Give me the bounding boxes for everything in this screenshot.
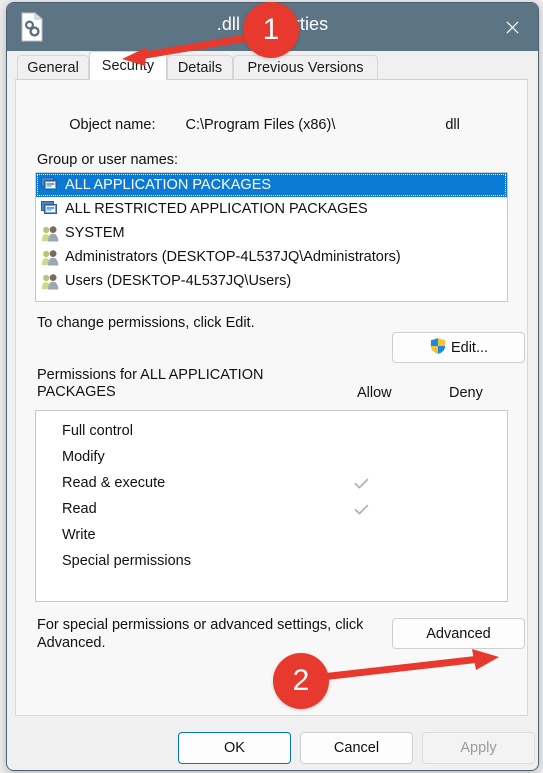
permission-name: Write — [62, 527, 96, 543]
checkmark-icon — [354, 504, 368, 514]
apply-button: Apply — [422, 732, 535, 764]
tab-details[interactable]: Details — [167, 55, 233, 79]
permission-name: Special permissions — [62, 553, 191, 569]
table-row[interactable]: Read — [36, 496, 507, 522]
ok-button[interactable]: OK — [178, 732, 291, 764]
package-icon — [41, 200, 61, 218]
table-row[interactable]: Full control — [36, 418, 507, 444]
user-group-icon — [41, 272, 61, 290]
group-user-list[interactable]: ALL APPLICATION PACKAGES ALL RESTRICTED … — [35, 172, 508, 302]
object-name-row: Object name: C:\Program Files (x86)\ dll — [37, 101, 460, 149]
cancel-button[interactable]: Cancel — [300, 732, 413, 764]
permissions-for-label: Permissions for ALL APPLICATION PACKAGES — [37, 367, 264, 400]
screenshot-root: .dll Properties General Security Details… — [0, 0, 543, 773]
tab-security[interactable]: Security — [89, 51, 167, 80]
list-item-label: ALL RESTRICTED APPLICATION PACKAGES — [65, 201, 368, 217]
list-item-label: Users (DESKTOP-4L537JQ\Users) — [65, 273, 292, 289]
uac-shield-icon — [429, 336, 447, 359]
list-item[interactable]: Administrators (DESKTOP-4L537JQ\Administ… — [36, 245, 507, 269]
tab-general[interactable]: General — [17, 55, 89, 79]
list-item-label: Administrators (DESKTOP-4L537JQ\Administ… — [65, 249, 401, 265]
checkmark-icon — [354, 478, 368, 488]
step-badge-2: 2 — [273, 653, 329, 709]
advanced-settings-hint: For special permissions or advanced sett… — [37, 617, 364, 651]
table-row[interactable]: Special permissions — [36, 548, 507, 574]
object-name-label: Object name: — [69, 117, 156, 133]
change-permissions-hint: To change permissions, click Edit. — [37, 315, 255, 331]
column-header-deny: Deny — [449, 385, 483, 401]
edit-button-label: Edit... — [450, 339, 489, 356]
user-group-icon — [41, 224, 61, 242]
object-name-extension: dll — [445, 117, 460, 133]
list-item-label: SYSTEM — [65, 225, 125, 241]
permission-name: Full control — [62, 423, 133, 439]
group-or-user-names-label: Group or user names: — [37, 152, 179, 168]
advanced-button[interactable]: Advanced — [392, 618, 525, 649]
properties-dialog: .dll Properties General Security Details… — [6, 2, 539, 771]
column-header-allow: Allow — [357, 385, 392, 401]
permission-allow-cell[interactable] — [349, 501, 373, 518]
permission-name: Modify — [62, 449, 105, 465]
table-row[interactable]: Modify — [36, 444, 507, 470]
dialog-button-bar: OK Cancel Apply — [7, 717, 538, 770]
table-row[interactable]: Read & execute — [36, 470, 507, 496]
list-item-label: ALL APPLICATION PACKAGES — [65, 177, 272, 193]
package-icon — [41, 176, 61, 194]
list-item[interactable]: ALL RESTRICTED APPLICATION PACKAGES — [36, 197, 507, 221]
edit-button[interactable]: Edit... — [392, 332, 525, 363]
list-item[interactable]: ALL APPLICATION PACKAGES — [36, 173, 507, 197]
permission-allow-cell[interactable] — [349, 475, 373, 492]
permission-name: Read — [62, 501, 97, 517]
permission-name: Read & execute — [62, 475, 166, 491]
permissions-list[interactable]: Full control Modify Read & execute Read … — [35, 410, 508, 602]
list-item[interactable]: SYSTEM — [36, 221, 507, 245]
table-row[interactable]: Write — [36, 522, 507, 548]
tab-previous-versions[interactable]: Previous Versions — [233, 55, 378, 79]
dll-file-icon — [19, 11, 45, 42]
user-group-icon — [41, 248, 61, 266]
object-name-path: C:\Program Files (x86)\ — [185, 117, 336, 133]
step-badge-1: 1 — [243, 2, 299, 58]
security-tab-panel: Object name: C:\Program Files (x86)\ dll G… — [15, 79, 528, 716]
list-item[interactable]: Users (DESKTOP-4L537JQ\Users) — [36, 269, 507, 293]
close-icon[interactable] — [486, 3, 538, 51]
